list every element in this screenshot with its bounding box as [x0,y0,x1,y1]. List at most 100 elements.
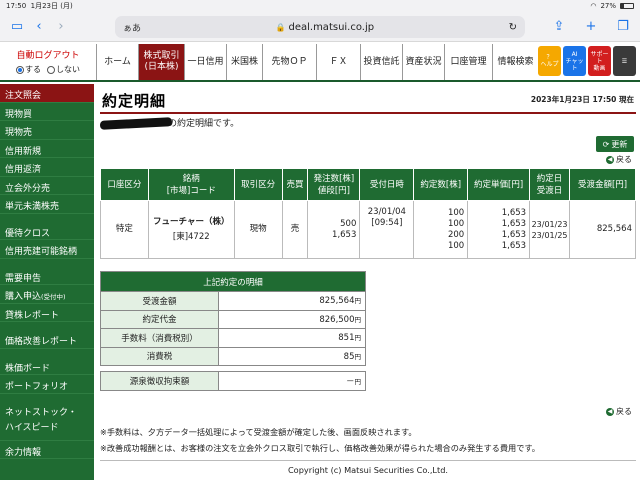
nav-item-5[interactable]: ＦＸ [316,44,360,80]
address-bar[interactable]: ぁあ 🔒 deal.matsui.co.jp ↻ [115,16,525,38]
sidebar-item-items-5[interactable]: 立会外分売 [0,177,94,195]
site-header: 自動ログアウト する しない ホーム 株式取引 (日本株) 一日信用 米国株 先物ＯＰ Ｆ… [0,42,640,82]
wifi-icon: ◠ [590,2,597,10]
column-header: 売買 [281,168,309,201]
page-title: 約定明細 [102,92,167,110]
support-video-icon[interactable]: サポート 動画 [588,46,611,76]
status-time: 17:50 [6,2,27,10]
summary-row: 手数料（消費税別） 851円 [100,328,366,348]
cell-stock[interactable]: フューチャー（株） [東]4722 [147,200,235,259]
summary-amount: 826,500 [319,314,355,325]
summary-amount: 851 [338,333,355,344]
sidebar-item-items-1[interactable]: 現物買 [0,103,94,121]
sidebar-item-items5-0[interactable]: 価格改善レポート [0,330,94,349]
update-label: 更新 [611,139,628,149]
yen-unit: 円 [354,334,362,343]
summary-title: 上記約定の明細 [100,271,366,292]
help-icon[interactable]: ？ ヘルプ [538,46,561,76]
summary-label: 源泉徴収拘束額 [100,371,219,391]
cell-dates: 23/01/23 23/01/25 [529,200,571,259]
auto-logout-box: 自動ログアウト する しない [0,42,96,82]
back-label-top: 戻る [616,155,632,164]
sidebar-item-items2-0[interactable]: 優待クロス [0,222,94,240]
nav-item-2[interactable]: 一日信用 [184,44,226,80]
url-text: 🔒 deal.matsui.co.jp [141,22,509,33]
yen-unit: 円 [354,352,362,361]
url-value: deal.matsui.co.jp [288,21,375,33]
nav-item-4[interactable]: 先物ＯＰ [262,44,316,80]
auto-logout-on[interactable]: する [16,64,41,75]
sidebar-toggle-icon[interactable]: ▭ [6,19,28,34]
nav-item-1[interactable]: 株式取引 (日本株) [138,44,184,80]
summary-amount: 825,564 [319,296,355,307]
summary-value: 851円 [218,328,366,348]
page-header: 約定明細 2023年1月23日 17:50 現在 [100,84,636,114]
status-date: 1月23日 (月) [30,2,73,10]
notes: ※手数料は、夕方データ一括処理によって受渡金額が確定した後、画面反映されます。 … [100,424,636,456]
nav-item-0[interactable]: ホーム [96,44,138,80]
back-link-top[interactable]: ◀ 戻る [606,154,632,165]
apply-label: 購入申込 [5,292,42,302]
auto-logout-title: 自動ログアウト [16,51,80,61]
note-2: ※改善成功報酬とは、お客様の注文を立会外クロス取引で執行し、価格改善効果が得られ… [100,443,540,453]
sidebar-item-items-6[interactable]: 単元未満株売 [0,195,94,214]
ai-chat-icon[interactable]: AI チャット [563,46,586,76]
menu-icon[interactable]: ☰ [613,46,636,76]
back-link-bottom[interactable]: ◀ 戻る [606,406,632,417]
sidebar-item-items8-0[interactable]: 余力情報 [0,441,94,459]
tabs-icon[interactable]: ❐ [612,19,634,34]
sidebar-item-items4-0[interactable]: 貸株レポート [0,304,94,322]
sidebar-item-items-0[interactable]: 注文照会 [0,84,94,103]
auto-logout-on-label: する [25,65,41,74]
sidebar-item-items-4[interactable]: 信用返済 [0,158,94,177]
summary-row: 源泉徴収拘束額 －円 [100,371,366,391]
nav-item-3[interactable]: 米国株 [226,44,262,80]
update-button[interactable]: ⟳ 更新 [596,136,634,152]
back-icon: ◀ [606,407,614,416]
summary-value: 85円 [218,346,366,366]
summary-label: 受渡金額 [100,291,219,311]
nav-item-6[interactable]: 投資信託 [360,44,402,80]
execution-table: 口座区分 銘柄 [市場]コード 取引区分 売買 発注数[株] 値段[円] 受付日時 約定数[… [100,168,636,259]
sidebar-item-items-2[interactable]: 現物売 [0,121,94,140]
cell-recv: 23/01/04 [09:54] [359,200,415,259]
intro-label: の約定明細です。 [168,119,240,129]
stock-name[interactable]: フューチャー（株） [149,217,234,228]
nav-item-8[interactable]: 口座管理 [444,44,492,80]
back-arrow-icon[interactable]: ‹ [28,19,50,34]
radio-off-icon[interactable] [47,65,55,74]
share-icon[interactable]: ⇪ [548,19,570,34]
sidebar-item-items6-1[interactable]: ポートフォリオ [0,375,94,394]
sidebar-item-items3-0[interactable]: 需要申告 [0,267,94,285]
refresh-icon: ⟳ [602,139,610,149]
sidebar-item-apply[interactable]: 購入申込(受付中) [0,285,94,304]
column-header: 口座区分 [100,168,149,201]
column-header: 銘柄 [市場]コード [147,168,235,201]
reload-icon[interactable]: ↻ [509,22,517,33]
auto-logout-off[interactable]: しない [47,64,80,75]
new-tab-icon[interactable]: + [580,19,602,34]
cell-type: 現物 [233,200,283,259]
column-header: 約定数[株] [413,168,469,201]
nav-item-9[interactable]: 情報検索 [492,44,538,80]
auto-logout-off-label: しない [56,65,80,74]
main-content: 約定明細 2023年1月23日 17:50 現在 の約定明細です。 ⟳ 更新 ◀ 戻… [99,84,636,480]
reader-aa-button[interactable]: ぁあ [123,21,141,34]
battery-icon [620,3,634,9]
summary-row: 受渡金額 825,564円 [100,291,366,311]
sidebar-item-items6-0[interactable]: 株価ボード [0,357,94,375]
radio-on-icon[interactable] [16,65,24,74]
sidebar-item-items7-0[interactable]: ネットストック・ ハイスピード [0,402,94,441]
yen-unit: 円 [354,297,362,306]
nav-item-7[interactable]: 資産状況 [402,44,444,80]
sidebar-item-items2-1[interactable]: 信用売建可能銘柄 [0,240,94,259]
forward-arrow-icon[interactable]: › [50,19,72,34]
summary-amount: － [345,376,355,387]
cell-exec-qty: 100 100 200 100 [413,200,469,259]
page-date: 2023年1月23日 17:50 現在 [530,95,634,104]
back-icon: ◀ [606,155,614,164]
sidebar-item-items-3[interactable]: 信用新規 [0,140,94,158]
